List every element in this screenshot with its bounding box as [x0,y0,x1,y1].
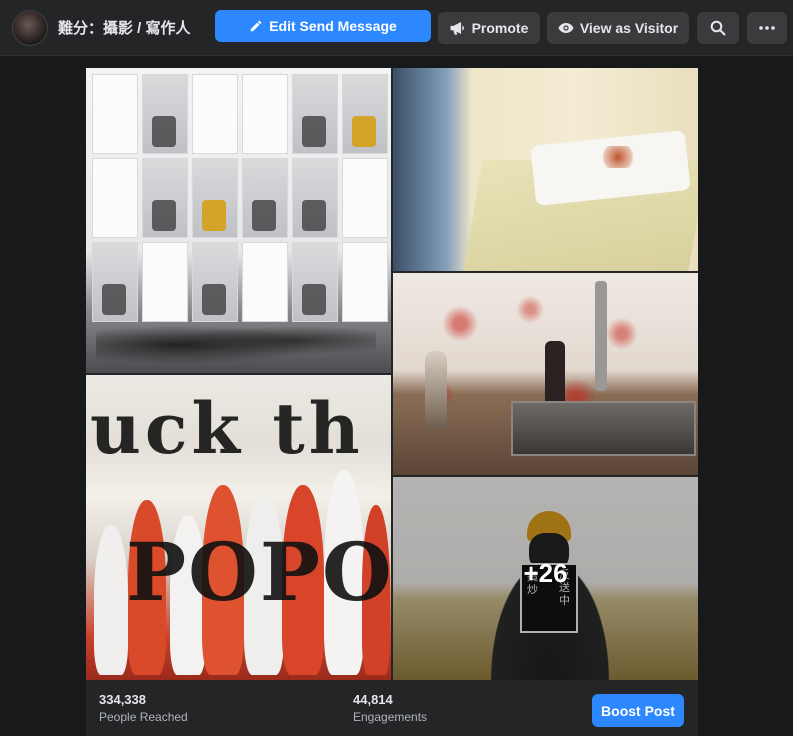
photo-gas-mask[interactable]: 攬炒 反送中 +26 [393,477,698,680]
eye-icon [558,22,574,34]
photo-bed[interactable] [393,68,698,271]
edit-send-message-label: Edit Send Message [269,18,397,34]
more-dots-icon [759,26,775,30]
graffiti-bottom: POPO [126,525,391,619]
engagements-stat[interactable]: 44,814 Engagements [353,692,427,724]
page-avatar[interactable] [12,10,48,46]
view-as-visitor-button[interactable]: View as Visitor [547,12,689,44]
sink-basin [511,401,696,456]
post-insights: 334,338 People Reached 44,814 Engagement… [86,680,698,736]
photo-lockers[interactable] [86,68,391,373]
person [94,525,128,675]
blood-stain [598,146,638,168]
view-as-visitor-label: View as Visitor [579,20,679,36]
promote-button[interactable]: Promote [438,12,540,44]
people-reached-label: People Reached [99,710,188,724]
more-options-button[interactable] [747,12,787,44]
more-photos-count: +26 [523,558,568,588]
edit-send-message-button[interactable]: Edit Send Message [215,10,431,42]
people-reached-value: 334,338 [99,692,146,707]
photo-sink[interactable] [393,273,698,475]
pencil-icon [249,19,263,33]
people-reached-stat[interactable]: 334,338 People Reached [99,692,188,724]
bottle [425,351,447,429]
graffiti-top: uck th [90,387,364,470]
post-card: uck th POPO 攬炒 反送中 +26 334,338 People Re… [86,68,698,736]
lockers-grid [92,74,388,322]
promote-label: Promote [471,20,529,36]
page-header: 難分：攝影 / 寫作人 Edit Send Message Promote Vi… [0,0,793,56]
engagements-label: Engagements [353,710,428,724]
search-icon [710,20,726,36]
faucet [595,281,607,391]
page-title[interactable]: 難分：攝影 / 寫作人 [58,17,191,38]
search-button[interactable] [697,12,739,44]
boost-post-button[interactable]: Boost Post [592,694,684,727]
floor-clutter [96,318,376,363]
more-photos-overlay[interactable]: +26 [393,477,698,680]
megaphone-icon [450,21,466,35]
engagements-value: 44,814 [353,692,393,707]
photo-group-poster[interactable]: uck th POPO [86,375,391,680]
